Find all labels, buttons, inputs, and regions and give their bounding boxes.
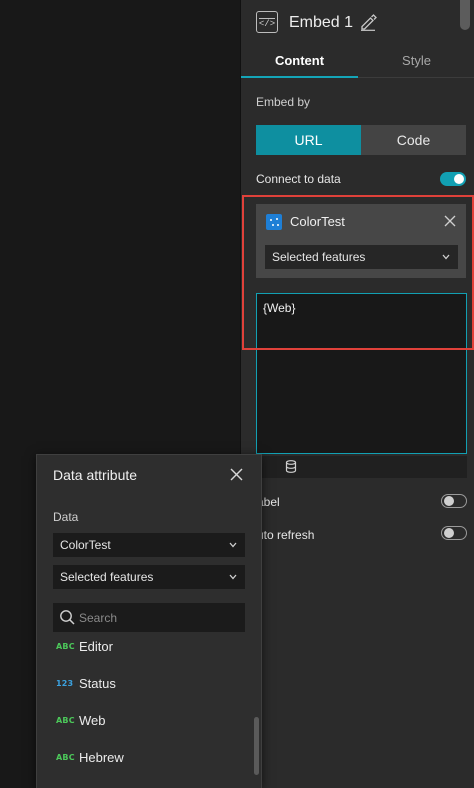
panel-header: </> Embed 1 bbox=[241, 0, 474, 46]
search-box bbox=[53, 603, 245, 632]
toggle-knob bbox=[454, 174, 464, 184]
data-view-value: Selected features bbox=[60, 570, 154, 584]
embed-by-url-button[interactable]: URL bbox=[256, 125, 361, 155]
auto-refresh-toggle[interactable] bbox=[441, 526, 467, 540]
toggle-knob bbox=[443, 495, 454, 506]
field-name: Hebrew bbox=[79, 750, 124, 765]
data-view-select[interactable]: Selected features bbox=[265, 245, 458, 269]
string-type-icon: ABC bbox=[56, 753, 75, 762]
field-item-web[interactable]: ABC Web bbox=[53, 711, 238, 733]
chevron-down-icon bbox=[229, 574, 237, 580]
search-input[interactable] bbox=[79, 607, 239, 628]
tab-content[interactable]: Content bbox=[241, 46, 358, 78]
field-item-editor[interactable]: ABC Editor bbox=[53, 637, 238, 659]
field-item-hebrew[interactable]: ABC Hebrew bbox=[53, 748, 238, 770]
database-icon[interactable] bbox=[285, 460, 297, 473]
url-input[interactable]: {Web} bbox=[256, 293, 467, 454]
string-type-icon: ABC bbox=[56, 642, 75, 651]
data-view-value: Selected features bbox=[272, 250, 366, 264]
data-source-value: ColorTest bbox=[60, 538, 111, 552]
panel-scrollbar[interactable] bbox=[460, 0, 470, 30]
app-root: </> Embed 1 Content Style Embed by URL C… bbox=[0, 0, 474, 788]
embed-by-label: Embed by bbox=[256, 95, 311, 109]
settings-panel: </> Embed 1 Content Style Embed by URL C… bbox=[240, 0, 474, 788]
field-name: Status bbox=[79, 676, 116, 691]
data-attribute-popover: Data attribute Data ColorTest Selected f… bbox=[36, 454, 262, 788]
toggle-knob bbox=[443, 527, 454, 538]
close-icon[interactable] bbox=[444, 215, 456, 227]
pencil-icon[interactable] bbox=[359, 13, 377, 31]
code-widget-glyph: </> bbox=[258, 19, 276, 29]
field-name: Web bbox=[79, 713, 106, 728]
popover-scrollbar[interactable] bbox=[254, 717, 259, 775]
data-source-name: ColorTest bbox=[290, 214, 345, 229]
embed-by-code-button[interactable]: Code bbox=[361, 125, 466, 155]
connect-to-data-toggle[interactable] bbox=[440, 172, 466, 186]
search-icon bbox=[60, 610, 75, 625]
layer-icon bbox=[266, 214, 282, 230]
chevron-down-icon bbox=[229, 542, 237, 548]
panel-tabs: Content Style bbox=[241, 46, 474, 78]
auto-refresh-label: uto refresh bbox=[257, 528, 315, 542]
field-item-status[interactable]: 123 Status bbox=[53, 674, 238, 696]
number-type-icon: 123 bbox=[56, 679, 74, 688]
widget-title[interactable]: Embed 1 bbox=[289, 13, 353, 33]
data-source-select[interactable]: ColorTest bbox=[53, 533, 245, 557]
string-type-icon: ABC bbox=[56, 716, 75, 725]
url-value: {Web} bbox=[263, 301, 296, 315]
data-view-select[interactable]: Selected features bbox=[53, 565, 245, 589]
connect-to-data-label: Connect to data bbox=[256, 172, 341, 186]
popover-title: Data attribute bbox=[53, 467, 138, 483]
close-icon[interactable] bbox=[230, 468, 243, 481]
label-toggle[interactable] bbox=[441, 494, 467, 508]
tab-style[interactable]: Style bbox=[358, 46, 474, 78]
field-name: Editor bbox=[79, 639, 113, 654]
embed-by-segmented-control: URL Code bbox=[256, 125, 466, 155]
data-source-card: ColorTest Selected features bbox=[256, 204, 466, 278]
code-widget-icon: </> bbox=[256, 11, 278, 33]
data-label: Data bbox=[53, 510, 79, 524]
chevron-down-icon bbox=[442, 254, 450, 260]
